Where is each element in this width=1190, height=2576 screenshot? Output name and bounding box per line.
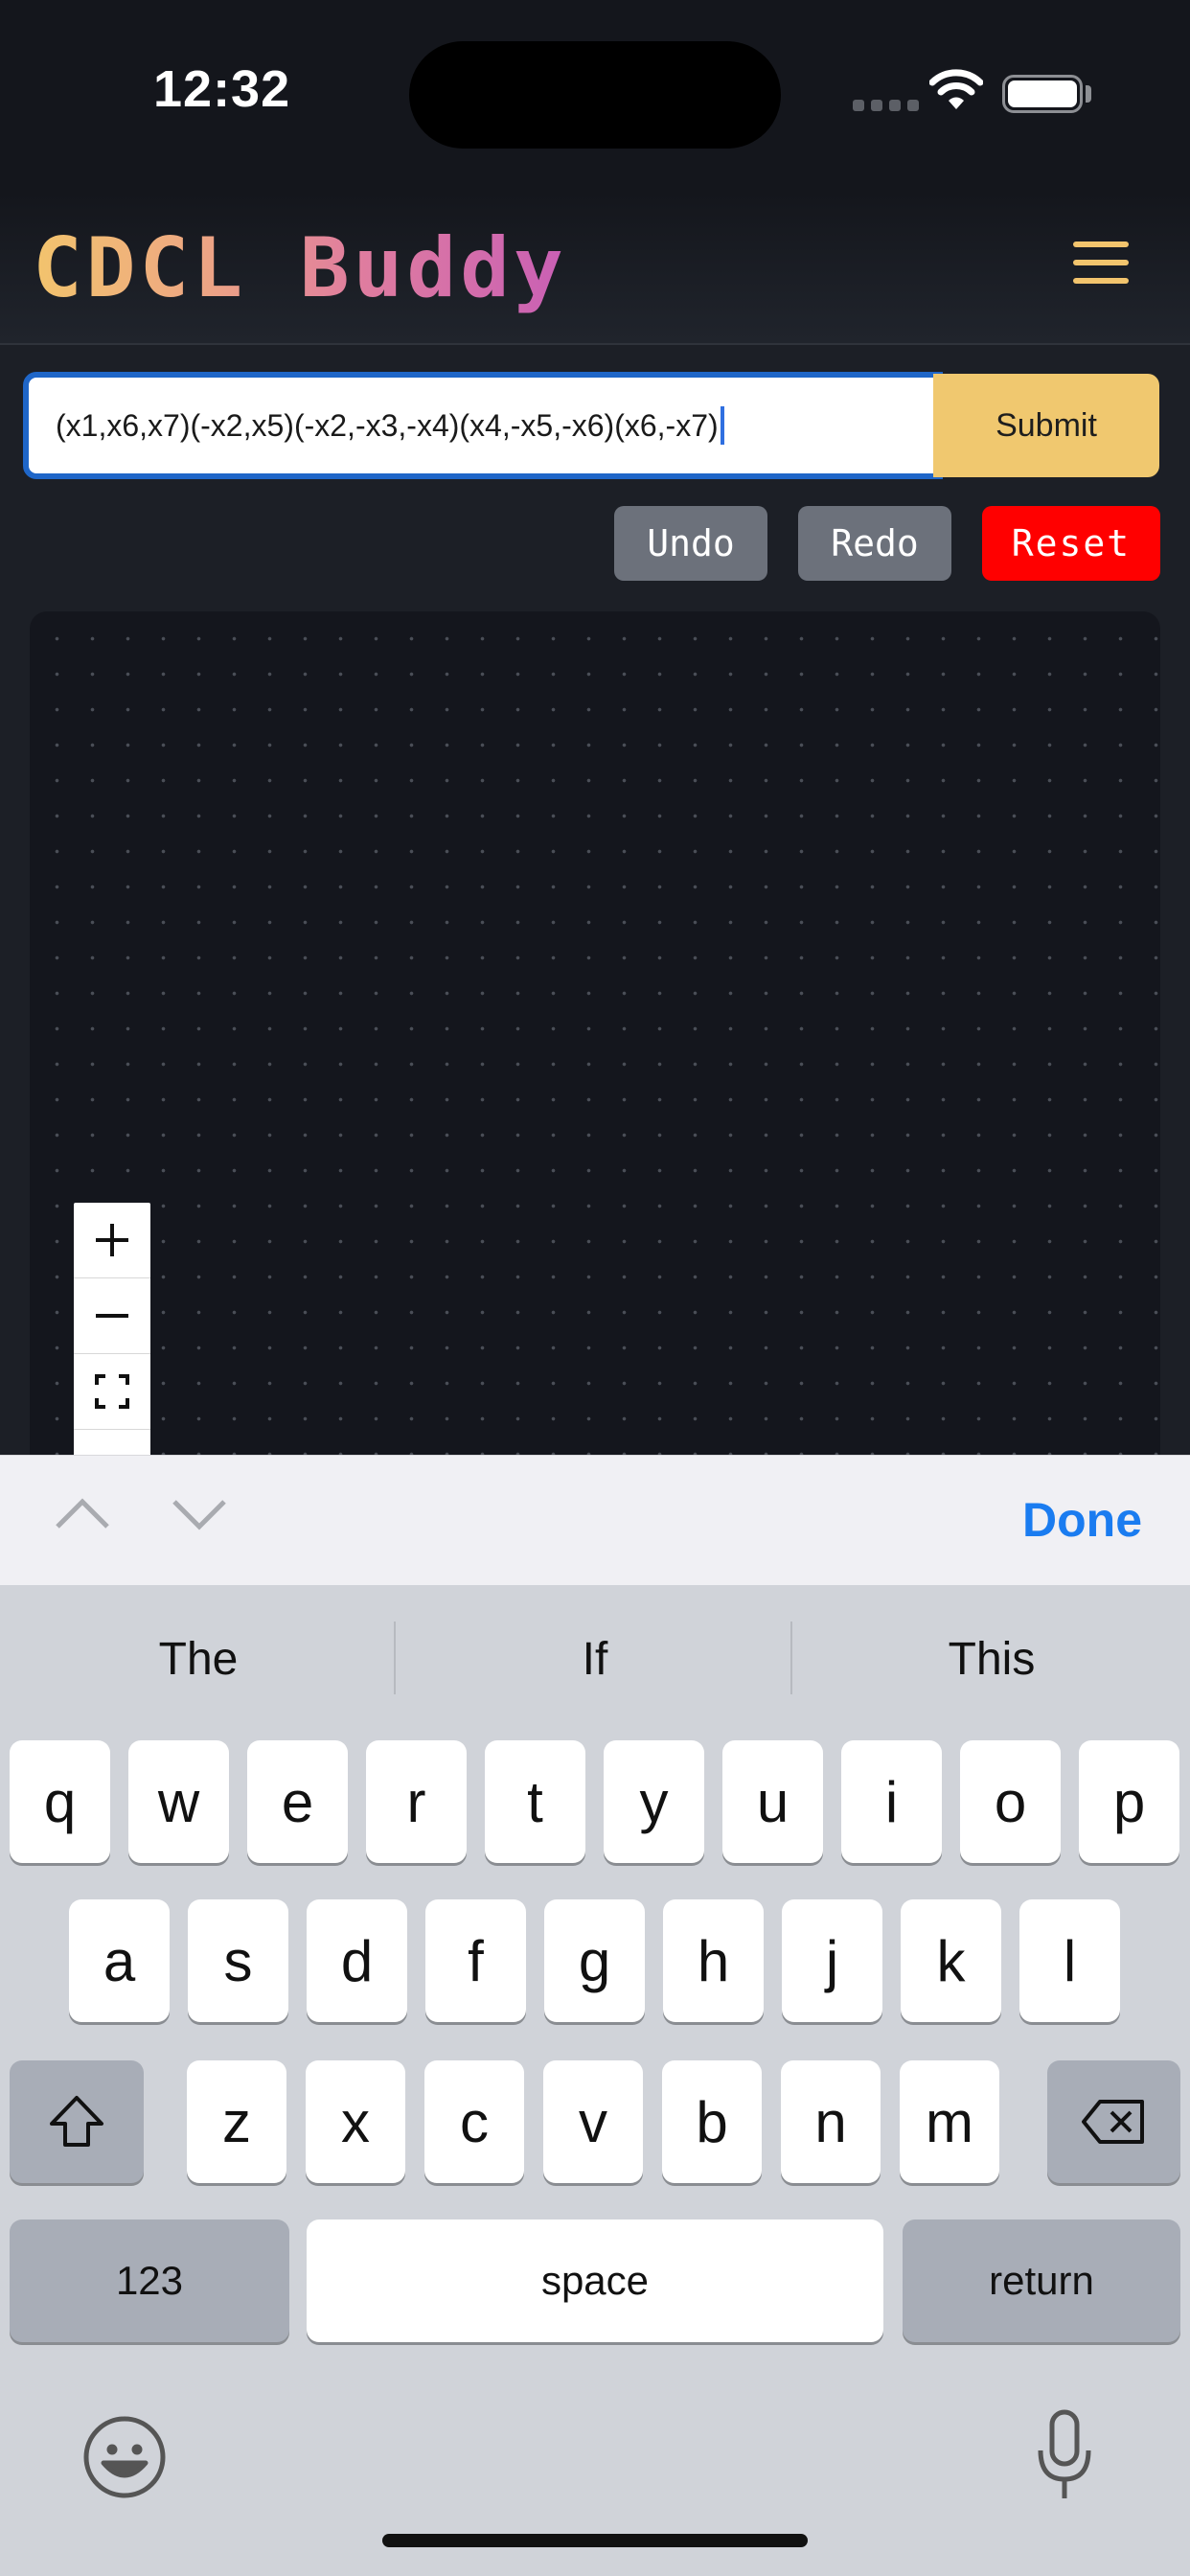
suggestion-divider	[790, 1622, 792, 1694]
graph-canvas[interactable]	[30, 611, 1160, 1493]
status-time: 12:32	[153, 60, 291, 118]
key-n[interactable]: n	[781, 2060, 881, 2183]
zoom-in-button[interactable]	[74, 1203, 150, 1278]
key-m[interactable]: m	[900, 2060, 999, 2183]
key-k[interactable]: k	[901, 1899, 1001, 2022]
key-s[interactable]: s	[188, 1899, 288, 2022]
shift-icon	[50, 2096, 103, 2147]
fit-view-button[interactable]	[74, 1354, 150, 1430]
redo-button[interactable]: Redo	[798, 506, 951, 581]
dynamic-island	[409, 41, 781, 149]
key-r[interactable]: r	[366, 1740, 467, 1863]
formula-input[interactable]: (x1,x6,x7)(-x2,x5)(-x2,-x3,-x4)(x4,-x5,-…	[29, 378, 937, 473]
submit-button[interactable]: Submit	[933, 374, 1159, 477]
battery-icon	[1002, 75, 1083, 113]
key-q[interactable]: q	[10, 1740, 110, 1863]
microphone-icon[interactable]	[1035, 2408, 1094, 2504]
key-t[interactable]: t	[485, 1740, 585, 1863]
suggestion-1[interactable]: The	[0, 1633, 397, 1686]
shift-key[interactable]	[10, 2060, 144, 2183]
app-header: CDCL Buddy	[0, 192, 1190, 345]
app-title: CDCL Buddy	[33, 220, 567, 316]
key-v[interactable]: v	[543, 2060, 643, 2183]
key-p[interactable]: p	[1079, 1740, 1179, 1863]
return-key[interactable]: return	[903, 2220, 1180, 2342]
status-bar: 12:32	[0, 0, 1190, 192]
key-a[interactable]: a	[69, 1899, 170, 2022]
key-l[interactable]: l	[1019, 1899, 1120, 2022]
battery-nub	[1086, 85, 1091, 103]
emoji-icon[interactable]	[82, 2415, 167, 2499]
zoom-out-button[interactable]	[74, 1278, 150, 1354]
formula-input-wrapper[interactable]: (x1,x6,x7)(-x2,x5)(-x2,-x3,-x4)(x4,-x5,-…	[23, 372, 943, 479]
hamburger-menu-icon[interactable]	[1073, 242, 1129, 289]
minus-icon	[96, 1314, 128, 1318]
keyboard-accessory-bar: Done	[0, 1455, 1190, 1585]
undo-button[interactable]: Undo	[614, 506, 767, 581]
suggestion-2[interactable]: If	[397, 1633, 793, 1686]
key-u[interactable]: u	[722, 1740, 823, 1863]
key-z[interactable]: z	[187, 2060, 286, 2183]
key-g[interactable]: g	[544, 1899, 645, 2022]
home-indicator	[382, 2534, 808, 2547]
plus-icon	[96, 1224, 128, 1256]
key-o[interactable]: o	[960, 1740, 1061, 1863]
numbers-key[interactable]: 123	[10, 2220, 289, 2342]
key-w[interactable]: w	[128, 1740, 229, 1863]
key-y[interactable]: y	[604, 1740, 704, 1863]
text-caret	[720, 406, 724, 445]
suggestion-divider	[394, 1622, 396, 1694]
key-e[interactable]: e	[247, 1740, 348, 1863]
chevron-down-icon[interactable]	[171, 1494, 228, 1532]
key-d[interactable]: d	[307, 1899, 407, 2022]
formula-input-value: (x1,x6,x7)(-x2,x5)(-x2,-x3,-x4)(x4,-x5,-…	[56, 407, 719, 443]
backspace-icon	[1081, 2100, 1144, 2144]
cellular-signal-icon	[853, 100, 919, 111]
suggestion-bar: The If This	[0, 1585, 1190, 1729]
key-h[interactable]: h	[663, 1899, 764, 2022]
fit-view-icon	[95, 1374, 129, 1409]
suggestion-3[interactable]: This	[793, 1633, 1190, 1686]
key-c[interactable]: c	[424, 2060, 524, 2183]
key-b[interactable]: b	[662, 2060, 762, 2183]
key-f[interactable]: f	[425, 1899, 526, 2022]
backspace-key[interactable]	[1047, 2060, 1180, 2183]
key-j[interactable]: j	[782, 1899, 882, 2022]
key-x[interactable]: x	[306, 2060, 405, 2183]
chevron-up-icon[interactable]	[54, 1494, 111, 1532]
space-key[interactable]: space	[307, 2220, 883, 2342]
done-button[interactable]: Done	[1022, 1492, 1142, 1548]
wifi-icon	[929, 69, 983, 109]
key-i[interactable]: i	[841, 1740, 942, 1863]
reset-button[interactable]: Reset	[982, 506, 1160, 581]
